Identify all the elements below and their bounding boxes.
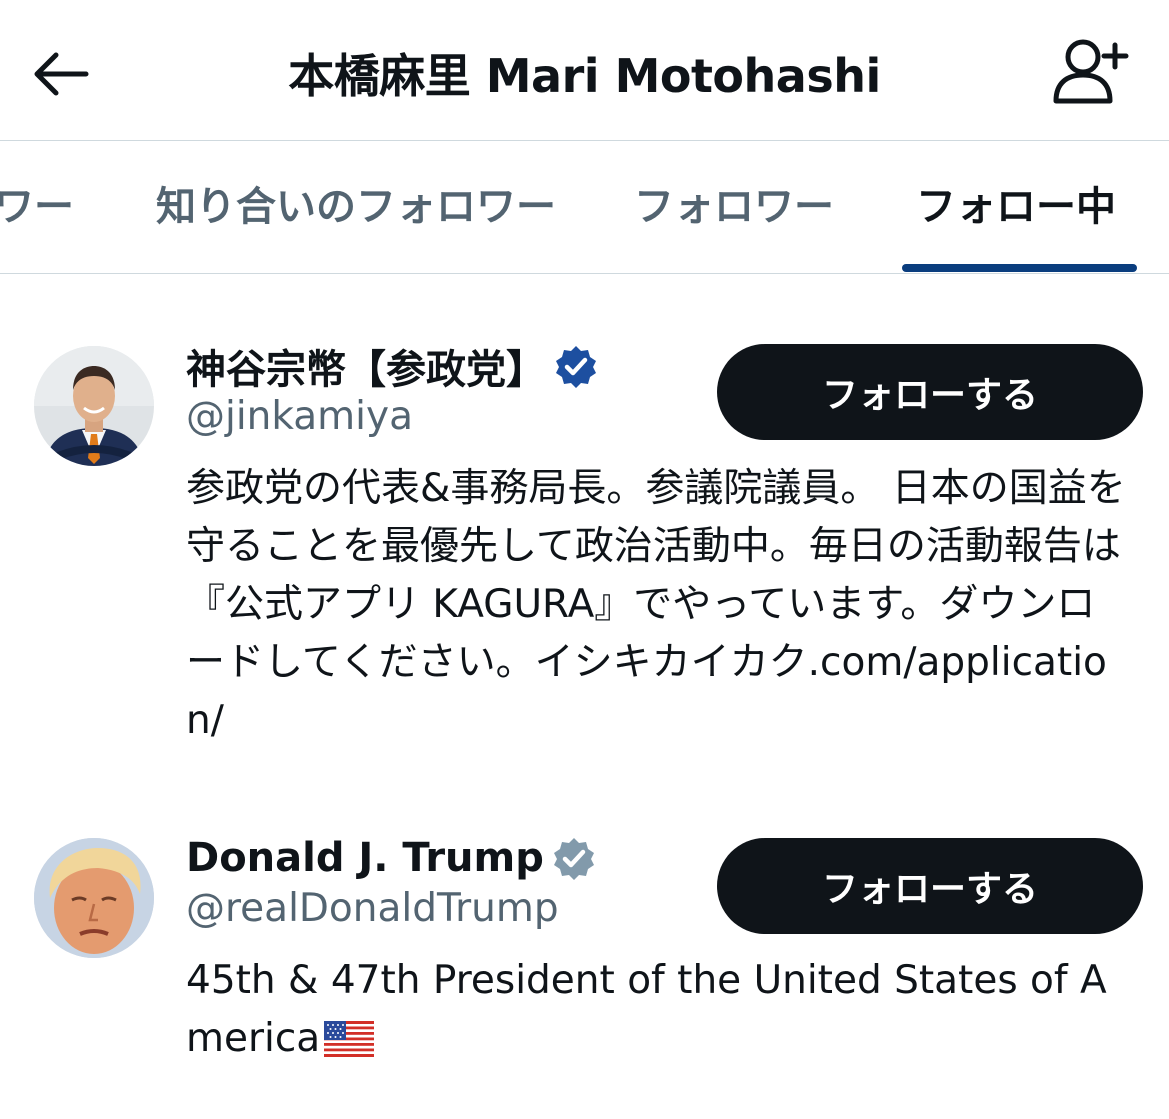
name-line: Donald J. Trump [186,830,596,886]
active-tab-indicator [902,264,1137,272]
arrow-left-icon [30,50,90,102]
follow-button[interactable]: フォローする [717,344,1143,440]
us-flag-icon: 🇺🇸 [324,1016,375,1074]
add-user-button[interactable] [1051,38,1131,110]
user-bio: 45th & 47th President of the United Stat… [186,952,1126,1074]
tab-followers[interactable]: フォロワー [634,141,834,273]
follow-button[interactable]: フォローする [717,838,1143,934]
tab-bar: ワー 知り合いのフォロワー フォロワー フォロー中 [0,141,1169,274]
user-row-realdonaldtrump[interactable]: Donald J. Trump @realDonaldTrump フォローする … [0,774,1169,1119]
avatar[interactable] [34,838,154,958]
display-name[interactable]: Donald J. Trump [186,835,544,881]
verified-badge-icon [554,344,598,388]
verified-badge-icon [552,836,596,880]
user-handle: @realDonaldTrump [186,886,559,931]
display-name[interactable]: 神谷宗幣【参政党】 [186,337,546,395]
person-add-icon [1053,37,1129,111]
back-button[interactable] [28,44,92,108]
name-line: 神谷宗幣【参政党】 [186,338,598,394]
user-handle: @jinkamiya [186,394,413,439]
tab-followers-you-know[interactable]: 知り合いのフォロワー [156,141,556,273]
avatar[interactable] [34,346,154,466]
user-bio: 参政党の代表&事務局長。参議院議員。 日本の国益を守ることを最優先して政治活動中… [186,466,1126,743]
user-row-jinkamiya[interactable]: 神谷宗幣【参政党】 @jinkamiya フォローする 参政党の代表&事務局長。… [0,274,1169,774]
tab-following[interactable]: フォロー中 [916,141,1116,273]
page-title: 本橋麻里 Mari Motohashi [288,49,881,103]
top-bar: 本橋麻里 Mari Motohashi [0,0,1169,141]
tab-partial[interactable]: ワー [0,141,74,273]
